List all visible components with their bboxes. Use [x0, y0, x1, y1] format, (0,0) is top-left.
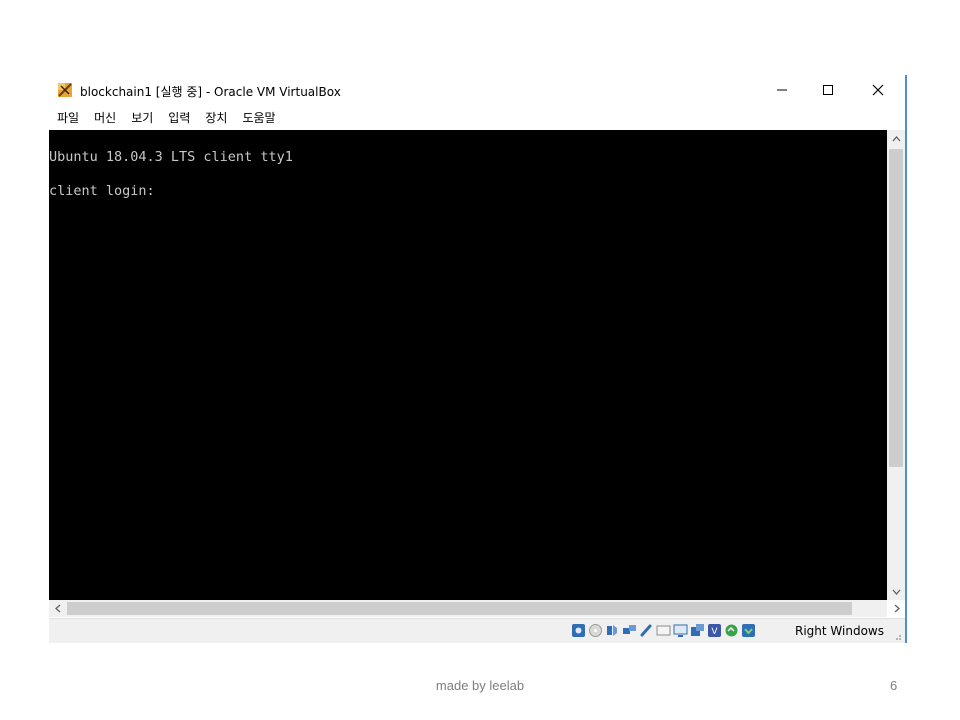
title-bar[interactable]: blockchain1 [실행 중] - Oracle VM VirtualBo… [49, 75, 905, 105]
chevron-right-icon [894, 604, 900, 613]
slide: blockchain1 [실행 중] - Oracle VM VirtualBo… [0, 0, 960, 720]
minimize-icon [777, 89, 787, 91]
scroll-up-button[interactable] [887, 130, 905, 147]
usb-icon[interactable] [639, 623, 654, 638]
scroll-left-button[interactable] [49, 600, 66, 617]
page-number: 6 [890, 678, 898, 693]
menu-machine[interactable]: 머신 [94, 109, 116, 126]
mouse-integration-icon[interactable] [724, 623, 739, 638]
vertical-scrollbar[interactable] [887, 130, 905, 600]
chevron-down-icon [892, 589, 900, 595]
audio-icon[interactable] [605, 623, 620, 638]
vm-screen[interactable]: Ubuntu 18.04.3 LTS client tty1 client lo… [49, 130, 887, 600]
display-icon[interactable] [673, 623, 688, 638]
video-capture-icon[interactable] [690, 623, 705, 638]
menu-help[interactable]: 도움말 [242, 109, 275, 126]
scroll-down-button[interactable] [887, 583, 905, 600]
footer-credit: made by leelab [435, 678, 525, 693]
menu-input[interactable]: 입력 [168, 109, 190, 126]
menu-devices[interactable]: 장치 [205, 109, 227, 126]
terminal-banner: Ubuntu 18.04.3 LTS client tty1 [49, 149, 293, 165]
menu-view[interactable]: 보기 [131, 109, 153, 126]
resize-grip-icon[interactable] [892, 631, 902, 641]
keyboard-icon[interactable] [741, 623, 756, 638]
svg-text:V: V [711, 627, 718, 637]
close-icon [872, 84, 884, 96]
status-bar: V Right Windows [49, 618, 905, 643]
chevron-up-icon [892, 135, 900, 141]
shared-folders-icon[interactable] [656, 623, 671, 638]
optical-drive-icon[interactable] [588, 623, 603, 638]
minimize-button[interactable] [759, 75, 805, 105]
vertical-scroll-thumb[interactable] [889, 149, 903, 467]
horizontal-scroll-thumb[interactable] [67, 602, 852, 615]
network-icon[interactable] [622, 623, 637, 638]
hard-disk-icon[interactable] [571, 623, 586, 638]
scroll-right-button[interactable] [888, 600, 905, 617]
host-key-label[interactable]: Right Windows [795, 624, 884, 638]
window-title: blockchain1 [실행 중] - Oracle VM VirtualBo… [80, 85, 341, 99]
close-button[interactable] [855, 75, 901, 105]
virtualbox-icon [58, 83, 72, 97]
menu-file[interactable]: 파일 [57, 109, 79, 126]
horizontal-scrollbar[interactable] [49, 600, 900, 617]
login-prompt: client login: [49, 183, 163, 199]
cpu-icon[interactable]: V [707, 623, 722, 638]
virtualbox-window: blockchain1 [실행 중] - Oracle VM VirtualBo… [49, 75, 907, 643]
menu-bar: 파일 머신 보기 입력 장치 도움말 [49, 105, 905, 129]
maximize-button[interactable] [805, 75, 851, 105]
status-icons: V [571, 623, 758, 638]
maximize-icon [823, 85, 833, 95]
chevron-left-icon [54, 604, 60, 613]
